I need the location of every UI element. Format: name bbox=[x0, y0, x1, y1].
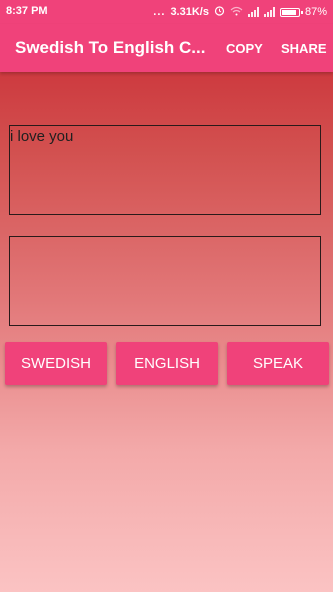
signal-icon-2 bbox=[263, 7, 275, 17]
translation-output[interactable] bbox=[9, 236, 321, 326]
swedish-button[interactable]: SWEDISH bbox=[5, 342, 107, 385]
source-text-input[interactable]: i love you bbox=[9, 125, 321, 215]
app-bar: Swedish To English C... COPY SHARE bbox=[0, 24, 333, 72]
notification-dots: ... bbox=[153, 6, 166, 18]
copy-button[interactable]: COPY bbox=[226, 41, 263, 56]
battery-icon bbox=[279, 7, 303, 17]
battery-percent: 87% bbox=[304, 6, 327, 18]
status-icons: ... 3.31K/s 87% bbox=[153, 5, 327, 19]
network-speed: 3.31K/s bbox=[170, 6, 209, 18]
alarm-icon bbox=[214, 5, 225, 19]
speak-button[interactable]: SPEAK bbox=[227, 342, 329, 385]
share-button[interactable]: SHARE bbox=[281, 41, 327, 56]
app-title: Swedish To English C... bbox=[15, 38, 206, 57]
status-bar: 8:37 PM ... 3.31K/s 87% bbox=[0, 0, 333, 24]
status-time: 8:37 PM bbox=[6, 5, 48, 17]
signal-icon-1 bbox=[247, 7, 259, 17]
wifi-icon bbox=[230, 6, 243, 19]
english-button[interactable]: ENGLISH bbox=[116, 342, 218, 385]
